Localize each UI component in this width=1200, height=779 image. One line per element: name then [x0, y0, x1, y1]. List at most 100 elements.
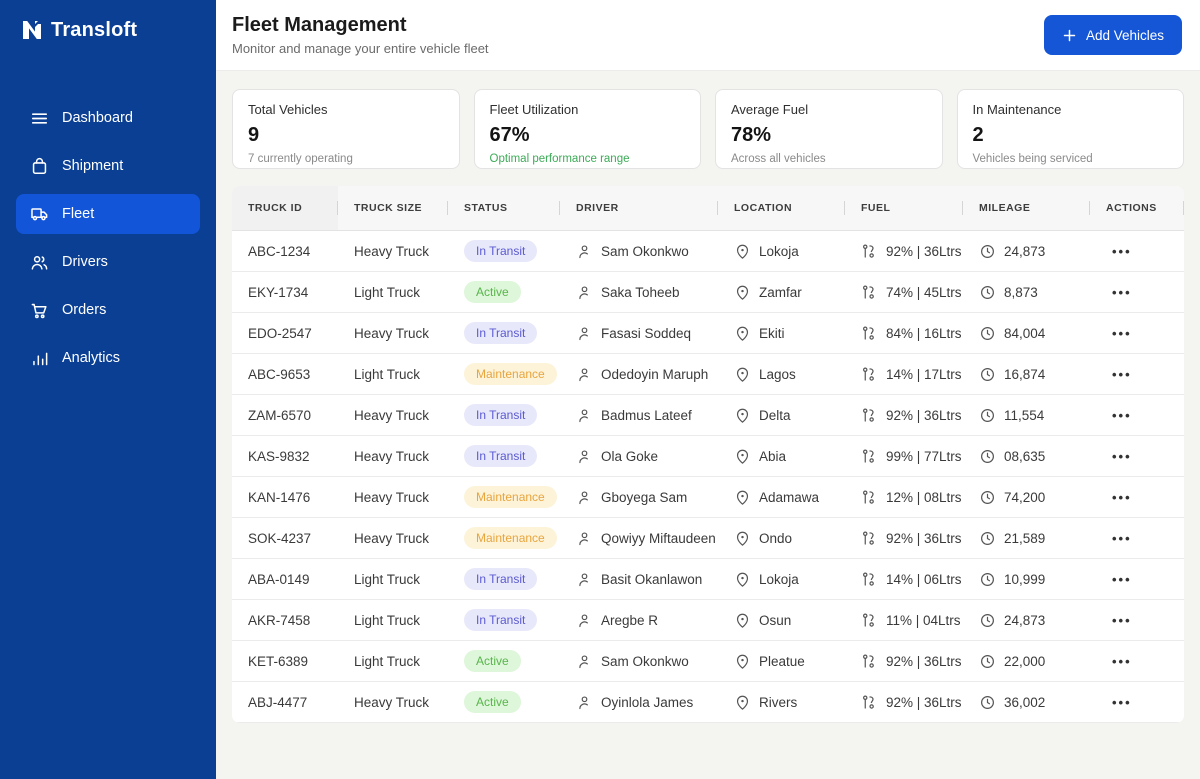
row-actions-button[interactable]: •••	[1090, 245, 1184, 258]
table-row: ABC-1234 Heavy Truck In Transit Sam Okon…	[232, 231, 1184, 272]
mileage-cell: 8,873	[963, 284, 1090, 301]
truck-id-cell: ZAM-6570	[248, 407, 312, 423]
stat-label: Average Fuel	[731, 102, 809, 117]
table-row: SOK-4237 Heavy Truck Maintenance Qowiyy …	[232, 518, 1184, 559]
table-body: ABC-1234 Heavy Truck In Transit Sam Okon…	[232, 231, 1184, 723]
status-cell: In Transit	[448, 568, 560, 590]
location-cell: Ondo	[718, 530, 845, 547]
cart-icon	[30, 301, 49, 320]
status-cell: In Transit	[448, 322, 560, 344]
person-icon	[576, 653, 593, 670]
sidebar-item-orders[interactable]: Orders	[16, 290, 200, 330]
stats-row: Total Vehicles 9 7 currently operating F…	[232, 89, 1184, 169]
status-cell: In Transit	[448, 404, 560, 426]
fuel-cell: 92% | 36Ltrs	[845, 243, 963, 260]
column-header-location: Location	[718, 186, 845, 230]
sidebar-item-analytics[interactable]: Analytics	[16, 338, 200, 378]
row-actions-button[interactable]: •••	[1090, 696, 1184, 709]
location-cell: Ekiti	[718, 325, 845, 342]
sidebar-item-shipment[interactable]: Shipment	[16, 146, 200, 186]
map-pin-icon	[734, 530, 751, 547]
clock-icon	[979, 407, 996, 424]
stat-card: Total Vehicles 9 7 currently operating	[232, 89, 460, 169]
clock-icon	[979, 448, 996, 465]
content-area: Total Vehicles 9 7 currently operating F…	[216, 71, 1200, 779]
row-actions-button[interactable]: •••	[1090, 532, 1184, 545]
ellipsis-icon: •••	[1112, 613, 1132, 627]
table-row: AKR-7458 Light Truck In Transit Aregbe R…	[232, 600, 1184, 641]
fuel-cell: 14% | 17Ltrs	[845, 366, 963, 383]
ellipsis-icon: •••	[1112, 449, 1132, 463]
sidebar-item-fleet[interactable]: Fleet	[16, 194, 200, 234]
row-actions-button[interactable]: •••	[1090, 409, 1184, 422]
location-cell: Osun	[718, 612, 845, 629]
sidebar-item-drivers[interactable]: Drivers	[16, 242, 200, 282]
truck-id-cell: AKR-7458	[248, 612, 311, 628]
row-actions-button[interactable]: •••	[1090, 614, 1184, 627]
mileage-cell: 21,589	[963, 530, 1090, 547]
person-icon	[576, 448, 593, 465]
mileage-cell: 16,874	[963, 366, 1090, 383]
row-actions-button[interactable]: •••	[1090, 655, 1184, 668]
truck-size-cell: Heavy Truck	[354, 530, 430, 546]
truck-size-cell: Heavy Truck	[354, 325, 430, 341]
status-cell: Active	[448, 650, 560, 672]
brand-logo: Transloft	[16, 18, 200, 42]
status-badge: In Transit	[464, 568, 538, 590]
location-cell: Lokoja	[718, 571, 845, 588]
table-row: KAN-1476 Heavy Truck Maintenance Gboyega…	[232, 477, 1184, 518]
row-actions-button[interactable]: •••	[1090, 450, 1184, 463]
plus-icon	[1062, 28, 1077, 43]
column-header-actions: Actions	[1090, 186, 1184, 230]
stat-note: Vehicles being serviced	[972, 153, 1093, 165]
map-pin-icon	[734, 407, 751, 424]
app-window: Transloft Dashboard Shipment Fleet Drive…	[0, 0, 1200, 779]
map-pin-icon	[734, 366, 751, 383]
driver-cell: Fasasi Soddeq	[560, 325, 718, 342]
status-cell: In Transit	[448, 240, 560, 262]
fuel-route-icon	[861, 448, 878, 465]
shipment-bag-icon	[30, 157, 49, 176]
sidebar-item-label: Drivers	[62, 254, 108, 270]
ellipsis-icon: •••	[1112, 531, 1132, 545]
ellipsis-icon: •••	[1112, 654, 1132, 668]
sidebar-item-label: Dashboard	[62, 110, 133, 126]
row-actions-button[interactable]: •••	[1090, 491, 1184, 504]
location-cell: Lagos	[718, 366, 845, 383]
map-pin-icon	[734, 243, 751, 260]
truck-id-cell: KAS-9832	[248, 448, 310, 464]
person-icon	[576, 366, 593, 383]
map-pin-icon	[734, 612, 751, 629]
location-cell: Delta	[718, 407, 845, 424]
sidebar-item-label: Analytics	[62, 350, 121, 366]
map-pin-icon	[734, 489, 751, 506]
truck-id-cell: KET-6389	[248, 653, 309, 669]
truck-size-cell: Light Truck	[354, 571, 421, 587]
clock-icon	[979, 530, 996, 547]
stat-note: Optimal performance range	[489, 153, 630, 165]
page-subtitle: Monitor and manage your entire vehicle f…	[232, 41, 489, 56]
truck-size-cell: Heavy Truck	[354, 407, 430, 423]
sidebar: Transloft Dashboard Shipment Fleet Drive…	[0, 0, 216, 779]
truck-id-cell: KAN-1476	[248, 489, 311, 505]
driver-cell: Odedoyin Maruph	[560, 366, 718, 383]
table-row: EKY-1734 Light Truck Active Saka Toheeb …	[232, 272, 1184, 313]
row-actions-button[interactable]: •••	[1090, 573, 1184, 586]
driver-cell: Saka Toheeb	[560, 284, 718, 301]
location-cell: Lokoja	[718, 243, 845, 260]
location-cell: Zamfar	[718, 284, 845, 301]
row-actions-button[interactable]: •••	[1090, 327, 1184, 340]
driver-cell: Badmus Lateef	[560, 407, 718, 424]
status-badge: Maintenance	[464, 527, 557, 549]
add-vehicles-button[interactable]: Add Vehicles	[1043, 15, 1182, 55]
row-actions-button[interactable]: •••	[1090, 286, 1184, 299]
map-pin-icon	[734, 284, 751, 301]
person-icon	[576, 325, 593, 342]
driver-cell: Aregbe R	[560, 612, 718, 629]
driver-cell: Sam Okonkwo	[560, 243, 718, 260]
sidebar-item-dashboard[interactable]: Dashboard	[16, 98, 200, 138]
person-icon	[576, 612, 593, 629]
truck-size-cell: Heavy Truck	[354, 243, 430, 259]
row-actions-button[interactable]: •••	[1090, 368, 1184, 381]
status-cell: Maintenance	[448, 527, 560, 549]
